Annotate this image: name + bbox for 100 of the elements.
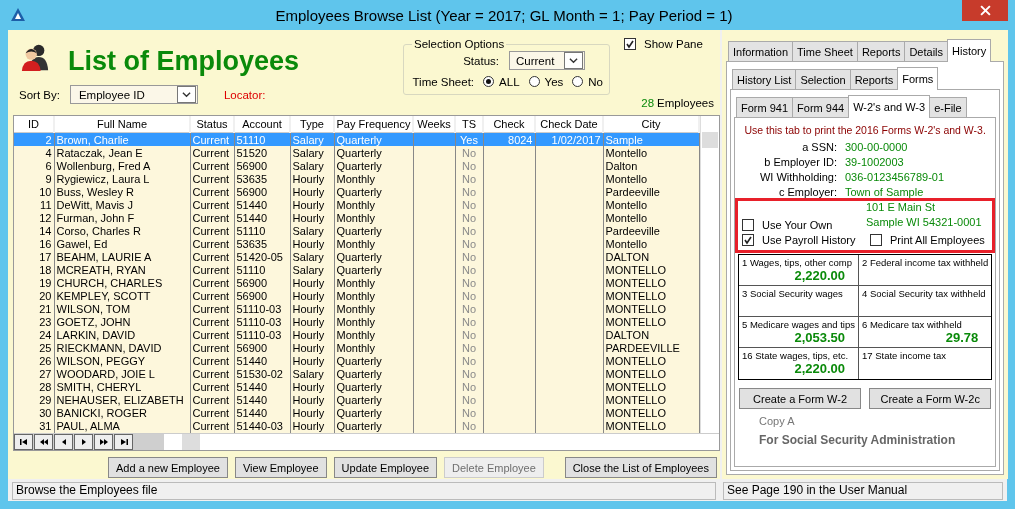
column-header[interactable]: TS xyxy=(455,116,483,133)
tab[interactable]: Reports xyxy=(856,41,906,61)
table-cell: MONTELLO xyxy=(605,276,666,289)
table-cell: 18 xyxy=(39,263,52,276)
employee-count: 28 xyxy=(641,97,655,109)
action-button[interactable]: Close the List of Employees xyxy=(564,457,717,478)
time-sheet-radio[interactable]: Yes xyxy=(528,75,564,88)
tab[interactable]: Time Sheet xyxy=(792,41,858,61)
table-cell: Gawel, Ed xyxy=(56,237,108,250)
sort-dropdown[interactable]: Employee ID xyxy=(69,85,198,104)
table-cell: 56900 xyxy=(236,341,268,354)
table-cell: 51110-03 xyxy=(236,315,282,328)
nextpage-arrow-icon xyxy=(97,437,110,447)
table-cell: 51440 xyxy=(236,198,268,211)
tab[interactable]: Details xyxy=(904,41,949,61)
nav-next-button[interactable] xyxy=(74,434,93,450)
check-icon xyxy=(625,39,635,49)
box-amount: 2,220.00 xyxy=(794,361,846,376)
table-cell: Current xyxy=(192,159,230,172)
column-header[interactable]: Type xyxy=(290,116,334,133)
column-header[interactable]: Pay Frequency xyxy=(334,116,413,133)
column-header[interactable]: Check xyxy=(483,116,535,133)
table-cell: No xyxy=(461,185,477,198)
table-cell: Quarterly xyxy=(336,159,382,172)
use-your-own-checkbox[interactable]: Use Your Own xyxy=(742,219,866,231)
tab[interactable]: e-File xyxy=(929,97,967,117)
nav-last-record-button[interactable] xyxy=(114,434,133,450)
use-payroll-history-checkbox[interactable]: Use Payroll History xyxy=(742,234,866,246)
tab[interactable]: Reports xyxy=(849,69,899,89)
table-cell: 23 xyxy=(39,315,52,328)
nav-prevpage-button[interactable] xyxy=(34,434,53,450)
column-header[interactable]: Status xyxy=(190,116,234,133)
table-cell: No xyxy=(461,224,477,237)
tab[interactable]: W-2's and W-3 xyxy=(848,95,931,118)
tab[interactable]: Forms xyxy=(897,67,939,90)
action-button[interactable]: Update Employee xyxy=(333,457,438,478)
column-header[interactable]: Weeks xyxy=(413,116,455,133)
create-form-button[interactable]: Create a Form W-2 xyxy=(739,388,862,409)
table-cell: Hourly xyxy=(292,393,325,406)
table-cell: RIECKMANN, DAVID xyxy=(56,341,162,354)
group-title: Selection Options xyxy=(413,38,506,50)
employee-count-label: Employees xyxy=(657,97,714,109)
column-header[interactable]: City xyxy=(603,116,699,133)
table-cell: 53635 xyxy=(236,172,268,185)
action-button[interactable]: Add a new Employee xyxy=(108,457,228,478)
time-sheet-radio[interactable]: No xyxy=(572,75,603,88)
table-cell: Current xyxy=(192,198,230,211)
table-cell: No xyxy=(461,211,477,224)
create-form-button[interactable]: Create a Form W-2c xyxy=(869,388,992,409)
table-cell: BEAHM, LAURIE A xyxy=(56,250,152,263)
column-header[interactable]: Account xyxy=(234,116,290,133)
table-cell: 51520 xyxy=(236,146,268,159)
nav-first-record-button[interactable] xyxy=(14,434,33,450)
tab[interactable]: History List xyxy=(732,69,797,89)
table-cell: No xyxy=(461,250,477,263)
nav-prev-button[interactable] xyxy=(54,434,73,450)
table-cell: 10 xyxy=(39,185,52,198)
table-cell: 6 xyxy=(45,159,52,172)
table-cell: 16 xyxy=(39,237,52,250)
table-cell: Quarterly xyxy=(336,250,382,263)
column-header[interactable]: Full Name xyxy=(54,116,190,133)
tab[interactable]: Form 944 xyxy=(792,97,850,117)
table-cell: Current xyxy=(192,406,230,419)
table-cell: No xyxy=(461,341,477,354)
table-cell: Quarterly xyxy=(336,406,382,419)
table-cell: No xyxy=(461,159,477,172)
table-cell: No xyxy=(461,172,477,185)
tab[interactable]: Selection xyxy=(795,69,851,89)
table-cell: 56900 xyxy=(236,185,268,198)
column-header[interactable]: ID xyxy=(14,116,54,133)
instruction-text: Use this tab to print the 2016 Forms W-2's and W-3. xyxy=(743,124,987,136)
table-cell: Quarterly xyxy=(336,380,382,393)
copy-recipient: For Social Security Administration xyxy=(758,432,957,447)
tab[interactable]: Information xyxy=(728,41,794,61)
table-cell: Current xyxy=(192,146,230,159)
show-pane-checkbox[interactable]: Show Pane xyxy=(624,38,703,50)
address-line: Sample WI 54321-0001 xyxy=(866,216,982,230)
close-button[interactable] xyxy=(962,0,1008,21)
status-dropdown[interactable]: Current xyxy=(509,51,585,70)
action-button[interactable]: View Employee xyxy=(234,457,327,478)
table-cell: No xyxy=(461,393,477,406)
table-cell: MONTELLO xyxy=(605,354,666,367)
table-cell: Monthly xyxy=(336,341,376,354)
tab[interactable]: History xyxy=(947,39,992,62)
table-cell: Salary xyxy=(292,250,324,263)
table-cell: 53635 xyxy=(236,237,268,250)
tab[interactable]: Form 941 xyxy=(736,97,794,117)
column-header[interactable]: Check Date xyxy=(535,116,603,133)
print-all-employees-checkbox[interactable]: Print All Employees xyxy=(870,234,985,246)
table-cell: 51420-05 xyxy=(236,250,283,263)
table-cell: 51440 xyxy=(236,211,268,224)
table-cell: DALTON xyxy=(605,328,650,341)
caret-icon xyxy=(569,56,578,65)
table-cell: 26 xyxy=(39,354,52,367)
table-cell: 51440 xyxy=(236,354,268,367)
table-cell: No xyxy=(461,328,477,341)
time-sheet-radio[interactable]: ALL xyxy=(483,75,520,88)
nav-nextpage-button[interactable] xyxy=(94,434,113,450)
vertical-scrollbar[interactable] xyxy=(700,116,719,433)
table-cell: Monthly xyxy=(336,172,376,185)
